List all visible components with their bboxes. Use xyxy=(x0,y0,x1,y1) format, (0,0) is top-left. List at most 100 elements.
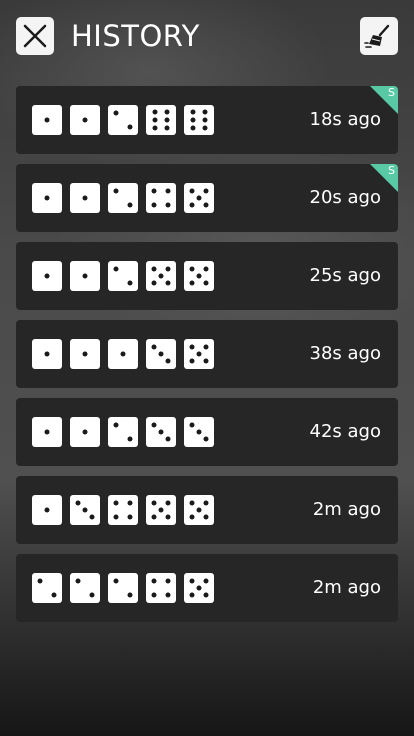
dice-group xyxy=(32,105,214,135)
clear-history-button[interactable] xyxy=(360,17,398,55)
pip xyxy=(189,344,195,350)
die-face-5 xyxy=(184,495,214,525)
pip xyxy=(82,117,88,123)
pip xyxy=(203,436,209,442)
die-face-3 xyxy=(184,417,214,447)
pip xyxy=(120,351,126,357)
die-face-4 xyxy=(146,183,176,213)
pip xyxy=(165,592,171,598)
die-face-1 xyxy=(32,105,62,135)
pip xyxy=(189,500,195,506)
pip xyxy=(158,507,164,513)
pip xyxy=(189,266,195,272)
pip xyxy=(127,514,133,520)
die-face-1 xyxy=(70,261,100,291)
die-face-1 xyxy=(32,417,62,447)
dice-group xyxy=(32,183,214,213)
pip xyxy=(127,124,133,130)
roll-time: 2m ago xyxy=(312,577,381,598)
die-face-2 xyxy=(108,573,138,603)
pip xyxy=(165,436,171,442)
pip xyxy=(82,507,88,513)
die-face-2 xyxy=(32,573,62,603)
pip xyxy=(203,188,209,194)
pip xyxy=(203,592,209,598)
pip xyxy=(89,592,95,598)
pip xyxy=(44,429,50,435)
die-face-2 xyxy=(108,417,138,447)
roll-time: 42s ago xyxy=(309,421,381,442)
pip xyxy=(189,358,195,364)
die-face-2 xyxy=(108,261,138,291)
history-row[interactable]: 42s ago xyxy=(16,398,398,466)
history-row[interactable]: 25s ago xyxy=(16,242,398,310)
die-face-1 xyxy=(70,417,100,447)
pip xyxy=(82,351,88,357)
pip xyxy=(82,273,88,279)
pip xyxy=(113,514,119,520)
pip xyxy=(51,592,57,598)
dice-group xyxy=(32,261,214,291)
pip xyxy=(158,273,164,279)
die-face-4 xyxy=(146,573,176,603)
dice-group xyxy=(32,417,214,447)
die-face-1 xyxy=(32,495,62,525)
pip xyxy=(113,266,119,272)
pip xyxy=(127,436,133,442)
pip xyxy=(190,109,196,115)
pip xyxy=(82,429,88,435)
pip xyxy=(127,500,133,506)
pip xyxy=(203,578,209,584)
history-row[interactable]: 18s ago S xyxy=(16,86,398,154)
roll-time: 25s ago xyxy=(309,265,381,286)
pip xyxy=(202,117,208,123)
history-row[interactable]: 2m ago xyxy=(16,476,398,544)
pip xyxy=(113,500,119,506)
dice-group xyxy=(32,339,214,369)
pip xyxy=(203,280,209,286)
die-face-5 xyxy=(184,183,214,213)
pip xyxy=(151,592,157,598)
pip xyxy=(190,117,196,123)
pip xyxy=(151,514,157,520)
pip xyxy=(189,188,195,194)
pip xyxy=(75,578,81,584)
pip xyxy=(37,578,43,584)
die-face-1 xyxy=(70,339,100,369)
history-row[interactable]: 2m ago xyxy=(16,554,398,622)
pip xyxy=(44,195,50,201)
pip xyxy=(189,592,195,598)
die-face-6 xyxy=(146,105,176,135)
pip xyxy=(152,125,158,131)
close-button[interactable] xyxy=(16,17,54,55)
pip xyxy=(89,514,95,520)
history-row[interactable]: 20s ago S xyxy=(16,164,398,232)
pip xyxy=(113,578,119,584)
die-face-6 xyxy=(184,105,214,135)
pip xyxy=(151,422,157,428)
die-face-3 xyxy=(146,417,176,447)
pip xyxy=(113,188,119,194)
pip xyxy=(196,429,202,435)
pip xyxy=(165,266,171,272)
pip xyxy=(158,351,164,357)
pip xyxy=(127,280,133,286)
pip xyxy=(202,125,208,131)
die-face-1 xyxy=(32,339,62,369)
pip xyxy=(203,344,209,350)
die-face-4 xyxy=(108,495,138,525)
pip xyxy=(190,125,196,131)
die-face-1 xyxy=(108,339,138,369)
pip xyxy=(189,514,195,520)
die-face-5 xyxy=(146,261,176,291)
die-face-2 xyxy=(108,183,138,213)
die-face-5 xyxy=(184,261,214,291)
pip xyxy=(151,578,157,584)
history-row[interactable]: 38s ago xyxy=(16,320,398,388)
roll-time: 38s ago xyxy=(309,343,381,364)
pip xyxy=(44,117,50,123)
pip xyxy=(152,117,158,123)
die-face-2 xyxy=(108,105,138,135)
die-face-1 xyxy=(32,183,62,213)
pip xyxy=(44,507,50,513)
